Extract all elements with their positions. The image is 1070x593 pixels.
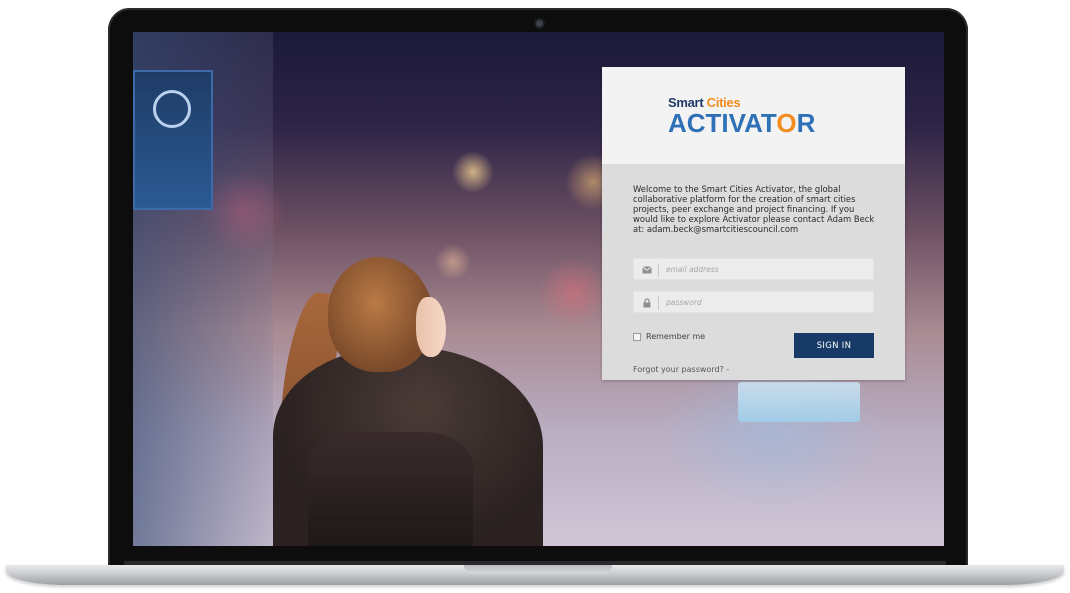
field-separator [658,296,659,310]
girl-backpack [308,432,473,546]
envelope-icon [642,266,652,274]
bus-stop-light [738,382,860,422]
street-sign [133,70,213,210]
login-header: Smart Cities ACTIVATOR [602,67,905,164]
email-input[interactable] [666,261,866,277]
logo-activator: ACTIVATOR [668,109,815,137]
email-field[interactable] [633,258,874,280]
remember-me[interactable]: Remember me [633,332,705,341]
welcome-text: Welcome to the Smart Cities Activator, t… [633,184,875,234]
lock-icon [643,298,651,308]
webcam-icon [536,20,543,27]
laptop-notch [464,565,612,574]
password-input[interactable] [666,294,866,310]
password-field[interactable] [633,291,874,313]
login-panel: Smart Cities ACTIVATOR Welcome to the Sm… [602,67,905,380]
logo-r-text: R [796,108,816,138]
forgot-password-link[interactable]: Forgot your password? - [633,365,729,374]
remember-checkbox[interactable] [633,332,641,341]
remember-label: Remember me [646,332,706,341]
power-o-icon: O [776,108,797,138]
field-separator [658,263,659,277]
logo-activat-text: ACTIVAT [668,108,777,138]
smart-cities-activator-logo: Smart Cities ACTIVATOR [668,96,858,146]
girl-face [416,297,446,357]
sign-in-button[interactable]: SIGN IN [794,333,874,358]
